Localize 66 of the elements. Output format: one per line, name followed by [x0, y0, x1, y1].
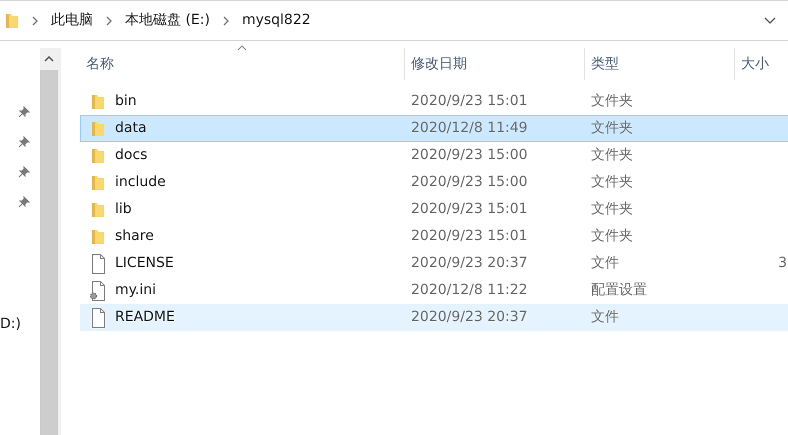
folder-icon — [91, 120, 105, 136]
modified-date: 2020/9/23 15:01 — [410, 227, 529, 246]
sort-caret-icon — [237, 45, 247, 51]
drive-label[interactable]: D:) — [0, 314, 21, 335]
file-type: 文件夹 — [590, 92, 634, 111]
chevron-icon — [105, 16, 113, 26]
folder-icon — [91, 174, 105, 190]
folder-icon — [91, 148, 105, 164]
file-name: LICENSE — [115, 254, 174, 273]
folder-icon — [91, 228, 105, 244]
file-row[interactable]: include 2020/9/23 15:00 文件夹 — [80, 169, 788, 196]
column-header[interactable]: 类型 — [591, 54, 619, 74]
modified-date: 2020/9/23 15:01 — [410, 200, 529, 219]
breadcrumb-item[interactable]: mysql822 — [242, 10, 311, 31]
file-row[interactable]: LICENSE 2020/9/23 20:37 文件 3 — [80, 250, 788, 277]
file-row[interactable]: README 2020/9/23 20:37 文件 — [80, 304, 788, 331]
folder-icon — [5, 12, 19, 28]
dropdown-caret-icon[interactable] — [764, 16, 776, 24]
column-header[interactable]: 大小 — [741, 54, 769, 74]
file-row[interactable]: lib 2020/9/23 15:01 文件夹 — [80, 196, 788, 223]
file-name: lib — [115, 200, 132, 219]
pin-icon[interactable] — [18, 166, 30, 178]
file-icon — [90, 308, 106, 328]
file-icon — [90, 254, 106, 274]
folder-icon — [91, 94, 105, 110]
chevron-icon — [31, 16, 39, 26]
file-type: 文件夹 — [590, 146, 634, 165]
scrollbar[interactable] — [40, 48, 58, 435]
file-type: 文件 — [590, 308, 620, 327]
file-name: my.ini — [115, 281, 156, 300]
settings-file-icon — [90, 280, 106, 300]
file-type: 配置设置 — [590, 281, 648, 300]
file-type: 文件夹 — [590, 119, 634, 138]
file-type: 文件 — [590, 254, 620, 273]
file-type: 文件夹 — [590, 200, 634, 219]
folder-icon — [91, 202, 105, 218]
chevron-icon — [222, 16, 230, 26]
modified-date: 2020/9/23 15:00 — [410, 146, 529, 165]
file-size: 3 — [778, 254, 787, 273]
modified-date: 2020/12/8 11:49 — [410, 119, 529, 138]
file-row[interactable]: docs 2020/9/23 15:00 文件夹 — [80, 142, 788, 169]
file-row[interactable]: my.ini 2020/12/8 11:22 配置设置 — [80, 277, 788, 304]
file-name: bin — [115, 92, 137, 111]
column-header[interactable]: 名称 — [86, 54, 114, 74]
file-row[interactable]: data 2020/12/8 11:49 文件夹 — [80, 115, 788, 142]
scroll-up-icon[interactable] — [44, 56, 54, 62]
column-header[interactable]: 修改日期 — [411, 54, 467, 74]
modified-date: 2020/9/23 20:37 — [410, 308, 529, 327]
pin-icon[interactable] — [18, 136, 30, 148]
file-name: README — [115, 308, 175, 327]
pin-icon[interactable] — [18, 196, 30, 208]
file-type: 文件夹 — [590, 227, 634, 246]
file-name: include — [115, 173, 166, 192]
modified-date: 2020/12/8 11:22 — [410, 281, 529, 300]
file-name: docs — [115, 146, 148, 165]
file-row[interactable]: share 2020/9/23 15:01 文件夹 — [80, 223, 788, 250]
modified-date: 2020/9/23 20:37 — [410, 254, 529, 273]
modified-date: 2020/9/23 15:00 — [410, 173, 529, 192]
breadcrumb-item[interactable]: 此电脑 — [51, 10, 93, 31]
breadcrumb-item[interactable]: 本地磁盘 (E:) — [125, 10, 210, 31]
file-name: data — [115, 119, 147, 138]
pin-icon[interactable] — [18, 106, 30, 118]
file-row[interactable]: bin 2020/9/23 15:01 文件夹 — [80, 88, 788, 115]
file-name: share — [115, 227, 154, 246]
modified-date: 2020/9/23 15:01 — [410, 92, 529, 111]
file-type: 文件夹 — [590, 173, 634, 192]
